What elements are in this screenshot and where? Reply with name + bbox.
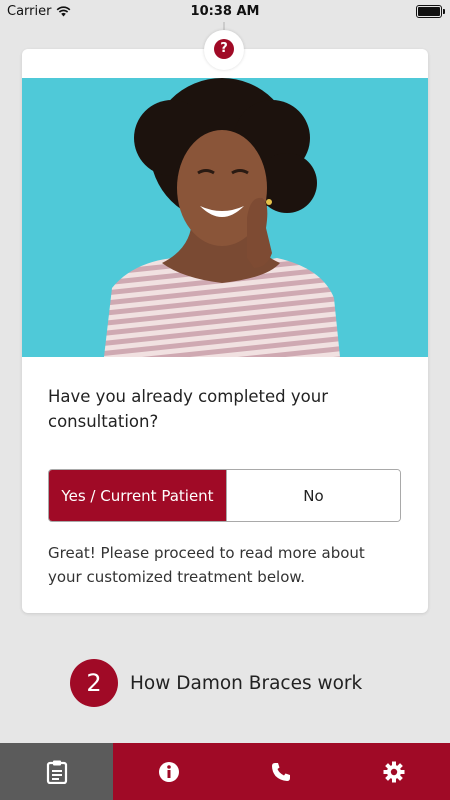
tab-info[interactable] bbox=[113, 743, 225, 800]
status-bar: Carrier 10:38 AM bbox=[0, 0, 450, 22]
photo-illustration bbox=[22, 78, 428, 357]
step-how-damon-braces-work[interactable]: 2 How Damon Braces work bbox=[70, 659, 362, 707]
tab-phone[interactable] bbox=[225, 743, 337, 800]
step-number-badge: 2 bbox=[70, 659, 118, 707]
clock: 10:38 AM bbox=[190, 4, 260, 19]
battery-icon bbox=[416, 5, 445, 18]
info-icon bbox=[159, 761, 179, 782]
no-button[interactable]: No bbox=[226, 470, 400, 521]
step-label: How Damon Braces work bbox=[130, 672, 363, 694]
yes-current-patient-button[interactable]: Yes / Current Patient bbox=[49, 470, 226, 521]
tab-bar bbox=[0, 743, 450, 800]
tab-clipboard[interactable] bbox=[0, 743, 113, 800]
help-badge[interactable]: ? bbox=[204, 30, 244, 70]
clipboard-icon bbox=[46, 760, 67, 784]
woman-thinking-photo bbox=[22, 78, 428, 357]
consultation-toggle[interactable]: Yes / Current Patient No bbox=[48, 469, 401, 522]
phone-icon bbox=[272, 762, 290, 781]
consultation-question: Have you already completed your consulta… bbox=[48, 387, 328, 431]
gear-icon bbox=[383, 761, 404, 782]
tab-settings[interactable] bbox=[337, 743, 450, 800]
proceed-note: Great! Please proceed to read more about… bbox=[48, 544, 365, 586]
question-icon[interactable]: ? bbox=[214, 39, 234, 59]
